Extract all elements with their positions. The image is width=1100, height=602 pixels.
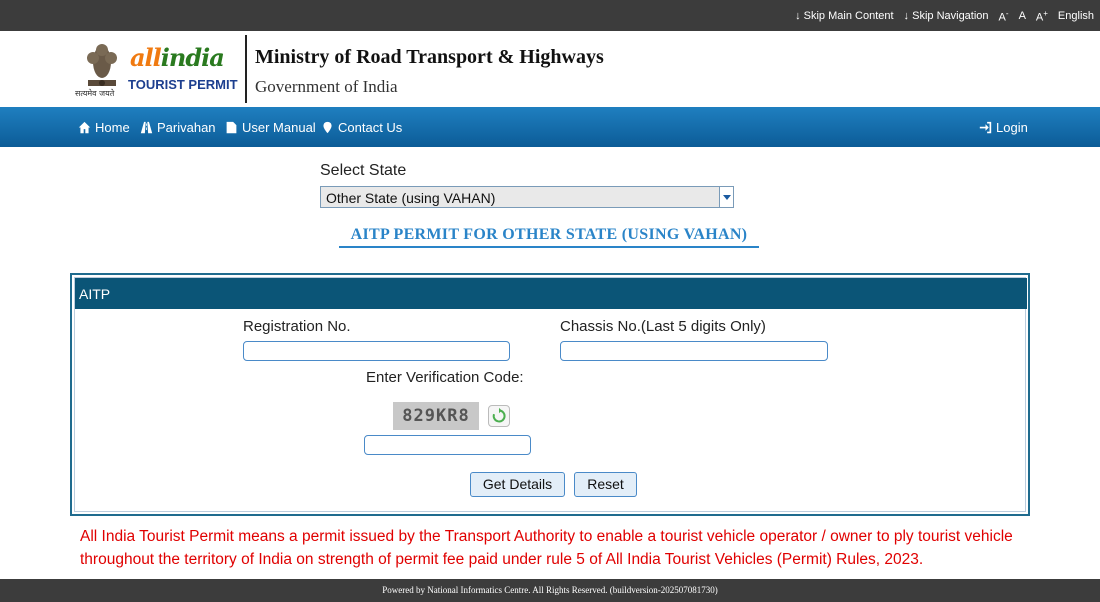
verification-code-input[interactable] (364, 435, 531, 455)
site-footer: Powered by National Informatics Centre. … (0, 579, 1100, 602)
permit-title-underline (339, 246, 759, 248)
chassis-label: Chassis No.(Last 5 digits Only) (560, 318, 766, 335)
verification-label: Enter Verification Code: (366, 369, 524, 386)
refresh-icon (492, 407, 506, 423)
site-header: सत्यमेव जयते allindia TOURIST PERMIT Min… (0, 31, 1100, 107)
registration-input[interactable] (243, 341, 510, 361)
home-icon (78, 121, 91, 134)
nav-home[interactable]: Home (78, 120, 130, 135)
panel-header: AITP (75, 278, 1027, 309)
font-size-decrease-button[interactable]: A- (999, 9, 1009, 24)
road-icon (140, 121, 153, 134)
skip-main-link[interactable]: ↓ Skip Main Content (795, 10, 893, 22)
state-select[interactable]: Other State (using VAHAN) (320, 186, 734, 208)
main-navigation: Home Parivahan User Manual Contact Us Lo… (0, 107, 1100, 147)
brand-word: allindia (130, 43, 225, 72)
skip-navigation-link[interactable]: ↓ Skip Navigation (904, 10, 989, 22)
get-details-button[interactable]: Get Details (470, 472, 565, 497)
government-subtitle: Government of India (255, 77, 398, 96)
permit-title: AITP PERMIT FOR OTHER STATE (USING VAHAN… (350, 226, 748, 243)
nav-user-manual[interactable]: User Manual (225, 120, 316, 135)
ministry-title: Ministry of Road Transport & Highways (255, 46, 604, 68)
accessibility-links: ↓ Skip Main Content ↓ Skip Navigation A-… (795, 9, 1094, 24)
aitp-form-inner: AITP Registration No. Chassis No.(Last 5… (74, 277, 1027, 512)
font-size-increase-button[interactable]: A+ (1036, 9, 1048, 24)
brand-subtitle: TOURIST PERMIT (128, 77, 238, 92)
captcha-refresh-button[interactable] (488, 405, 510, 427)
aitp-form-panel: AITP Registration No. Chassis No.(Last 5… (70, 273, 1030, 516)
all-india-tourist-permit-logo: allindia TOURIST PERMIT (124, 41, 239, 96)
state-select-value: Other State (using VAHAN) (326, 190, 496, 206)
arrow-down-icon: ↓ (795, 10, 801, 23)
nav-login[interactable]: Login (979, 120, 1028, 135)
document-icon (226, 121, 237, 134)
captcha-image: 829KR8 (393, 402, 479, 430)
registration-label: Registration No. (243, 318, 351, 335)
reset-button[interactable]: Reset (574, 472, 637, 497)
chassis-input[interactable] (560, 341, 828, 361)
accessibility-bar: ↓ Skip Main Content ↓ Skip Navigation A-… (0, 0, 1100, 31)
arrow-down-icon: ↓ (903, 10, 910, 23)
emblem-motto: सत्यमेव जयते (75, 89, 115, 98)
login-icon (979, 121, 992, 134)
permit-notice: All India Tourist Permit means a permit … (80, 528, 1013, 568)
nav-contact-us[interactable]: Contact Us (321, 120, 402, 135)
language-selector[interactable]: English (1058, 10, 1094, 22)
font-size-normal-button[interactable]: A (1019, 10, 1026, 22)
map-marker-icon (323, 121, 332, 134)
header-divider (245, 35, 247, 103)
nav-parivahan[interactable]: Parivahan (140, 120, 216, 135)
chevron-down-icon (719, 187, 733, 207)
select-state-label: Select State (320, 162, 407, 179)
